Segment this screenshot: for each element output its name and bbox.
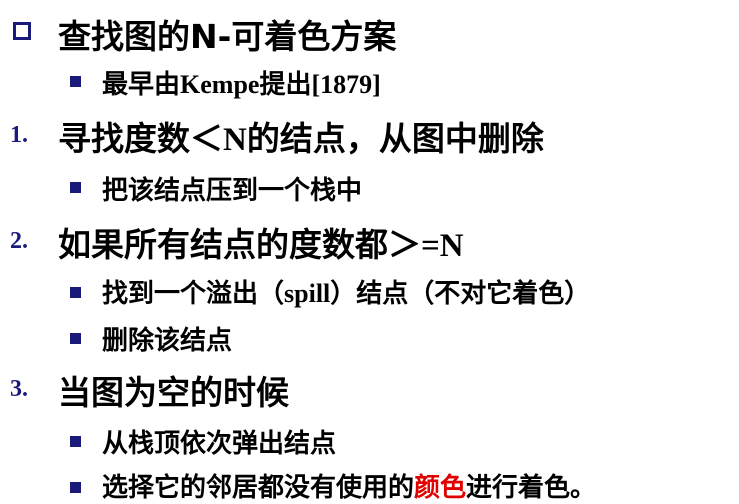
color-text-b: 进行着色。: [466, 473, 597, 503]
kempe-text-c: 提出: [259, 70, 312, 100]
spill-text-b: spill: [284, 279, 331, 308]
delete-text: 删除该结点: [102, 326, 233, 356]
step1-line: 寻找度数＜N的结点，从图中删除: [58, 112, 544, 160]
hollow-square-bullet: [13, 22, 31, 40]
pop-line: 从栈顶依次弹出结点: [102, 423, 336, 460]
spill-line: 找到一个溢出（spill）结点（不对它着色）: [102, 273, 590, 310]
step3-text: 当图为空的时候: [58, 373, 289, 412]
square-bullet: [70, 333, 81, 344]
color-text-a: 选择它的邻居都没有使用的: [102, 473, 415, 503]
step-number-1: 1.: [10, 122, 28, 148]
color-text-highlight: 颜色: [414, 473, 467, 503]
square-bullet: [70, 436, 81, 447]
delete-line: 删除该结点: [102, 320, 232, 357]
kempe-line: 最早由Kempe提出[1879]: [102, 64, 381, 101]
kempe-text-b: Kempe: [180, 70, 260, 99]
square-bullet: [70, 482, 81, 493]
square-bullet: [70, 76, 81, 87]
color-line: 选择它的邻居都没有使用的颜色进行着色。: [102, 467, 596, 504]
push-line: 把该结点压到一个栈中: [102, 170, 362, 207]
pop-text: 从栈顶依次弹出结点: [102, 429, 337, 459]
kempe-text-d: [1879]: [311, 70, 381, 99]
step1-text-a: 寻找度数＜: [58, 119, 223, 158]
square-bullet: [70, 287, 81, 298]
step2-text-a: 如果所有结点的度数都＞: [58, 225, 421, 264]
step1-text-c: 的结点，从图中删除: [246, 119, 544, 158]
step1-text-b: N: [223, 122, 247, 158]
title-text: 查找图的N-可着色方案: [58, 17, 397, 56]
step-number-3: 3.: [10, 376, 28, 402]
spill-text-a: 找到一个溢出（: [102, 279, 285, 309]
step2-text-b: =N: [421, 228, 464, 264]
step2-line: 如果所有结点的度数都＞=N: [58, 218, 464, 266]
spill-text-c: ）结点（不对它着色）: [330, 279, 591, 309]
step-number-2: 2.: [10, 228, 28, 254]
kempe-text-a: 最早由: [102, 70, 181, 100]
title-line: 查找图的N-可着色方案: [58, 10, 396, 58]
push-text: 把该结点压到一个栈中: [102, 176, 363, 206]
square-bullet: [70, 182, 81, 193]
step3-line: 当图为空的时候: [58, 366, 289, 414]
